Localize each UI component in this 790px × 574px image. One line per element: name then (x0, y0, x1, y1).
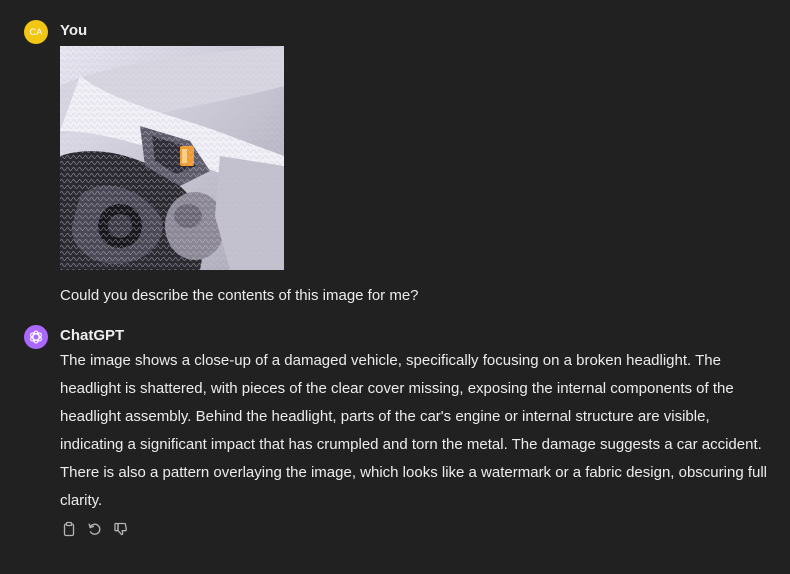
copy-icon (63, 521, 75, 537)
user-message-text: Could you describe the contents of this … (60, 287, 419, 304)
copy-button[interactable] (60, 520, 78, 538)
attached-image[interactable] (60, 46, 284, 270)
regenerate-icon (88, 523, 101, 535)
user-author-name: You (60, 22, 88, 39)
regenerate-button[interactable] (86, 520, 104, 538)
assistant-message-text: The image shows a close-up of a damaged … (60, 352, 768, 509)
user-avatar: CA (24, 20, 48, 44)
thumbs-down-icon (114, 522, 127, 536)
thumbs-down-button[interactable] (112, 520, 130, 538)
openai-logo-icon (30, 330, 42, 344)
chat-thread: CA You Could you describe the contents o… (0, 0, 790, 574)
assistant-author-name: ChatGPT (60, 327, 125, 344)
user-avatar-initials: CA (29, 27, 43, 37)
assistant-avatar (24, 325, 48, 349)
damaged-car-photo (60, 46, 284, 270)
message-actions (60, 520, 130, 538)
